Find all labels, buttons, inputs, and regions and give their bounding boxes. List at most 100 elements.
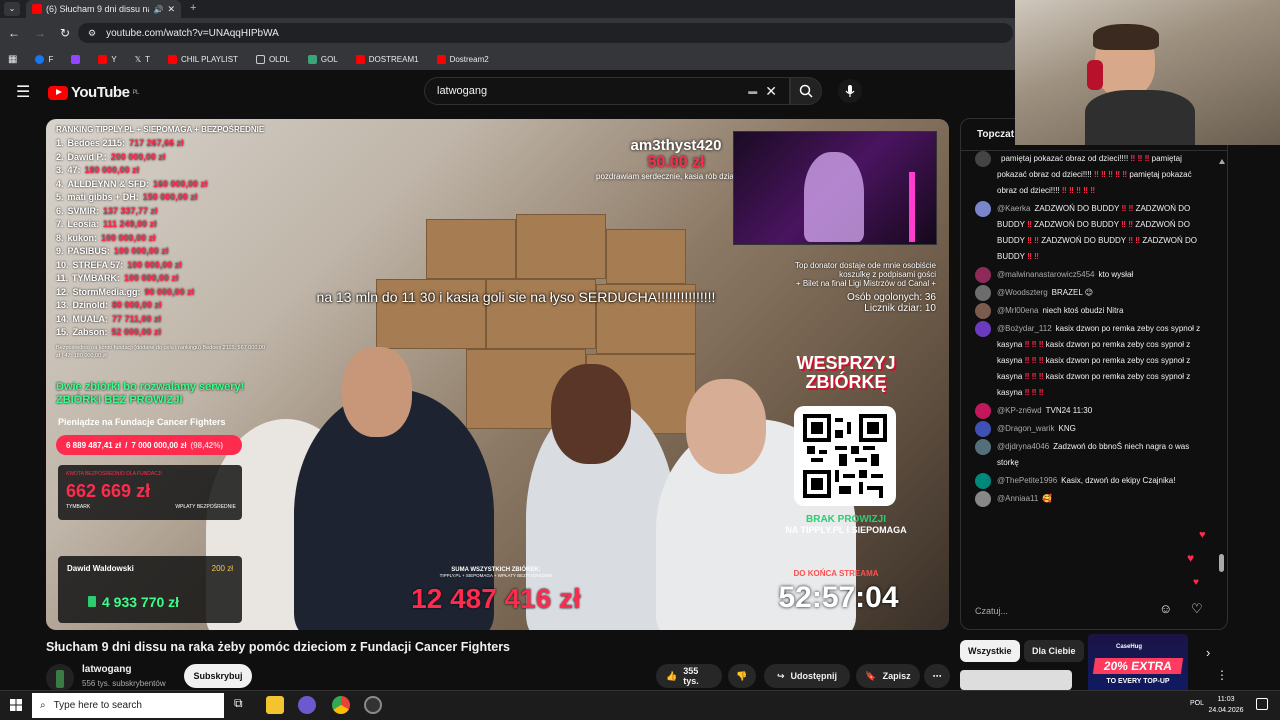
ranking-row: 8. kukon: 100 000,00 zł	[56, 232, 306, 246]
url-field[interactable]: ⚙ youtube.com/watch?v=UNAqqHIPbWA	[78, 23, 1013, 43]
chat-author[interactable]: @Mrl00ena	[997, 306, 1038, 315]
back-icon[interactable]: ←	[8, 26, 20, 40]
video-player[interactable]: RANKING TIPPLY.PL + SIEPOMAGA + BEZPOŚRE…	[46, 119, 949, 630]
youtube-logo[interactable]: YouTube PL	[48, 84, 139, 101]
bookmark-dostream1[interactable]: DOSTREAM1	[355, 54, 419, 64]
scroll-thumb[interactable]	[1219, 554, 1224, 572]
dislike-button[interactable]: 👎	[728, 664, 756, 688]
menu-icon[interactable]: ☰	[16, 82, 30, 102]
chat-avatar[interactable]	[975, 201, 991, 217]
chevron-right-icon[interactable]: ›	[1206, 645, 1210, 660]
chat-author[interactable]: @ThePetite1996	[997, 476, 1057, 485]
twitch-icon	[71, 54, 81, 64]
more-icon: ⋯	[932, 670, 942, 681]
tab-search-icon[interactable]: ⌄	[4, 2, 20, 16]
chip-for-you[interactable]: Dla Ciebie	[1024, 640, 1084, 662]
chat-avatar[interactable]	[975, 151, 991, 167]
chat-scrollbar[interactable]	[1219, 159, 1225, 584]
chat-avatar[interactable]	[975, 285, 991, 301]
more-actions-button[interactable]: ⋯	[924, 664, 950, 688]
chat-avatar[interactable]	[975, 421, 991, 437]
search-button[interactable]	[790, 77, 822, 105]
chat-avatar[interactable]	[975, 439, 991, 455]
banner-line-2: ZBIÓRKI BEZ PROWIZJI	[56, 394, 183, 406]
ranking-name: 47:	[67, 165, 81, 175]
ranking-row: 10. STREFA 57: 100 000,00 zł	[56, 259, 306, 273]
chat-avatar[interactable]	[975, 321, 991, 337]
bookmark-twitch[interactable]	[71, 54, 81, 64]
reaction-heart-icon: ♥	[1199, 529, 1206, 541]
chat-author[interactable]: @Dragon_warik	[997, 424, 1054, 433]
chat-input[interactable]: Czatuj...	[975, 601, 1165, 621]
like-button[interactable]: 👍 355 tys.	[656, 664, 722, 688]
sum-label: SUMA WSZYSTKICH ZBIÓREK: TIPPLY.PL + SIE…	[396, 567, 596, 578]
chat-author[interactable]: @Anniaa11	[997, 494, 1038, 503]
chat-author[interactable]: @Kaerka	[997, 204, 1030, 213]
chat-avatar[interactable]	[975, 303, 991, 319]
chip-all[interactable]: Wszystkie	[960, 640, 1020, 662]
ranking-rank: 1.	[56, 138, 64, 148]
ranking-row: 5. mati gibbs + DH: 150 000,00 zł	[56, 191, 306, 205]
taskbar-clock[interactable]: 11:03 24.04.2026	[1204, 694, 1248, 716]
chat-avatar[interactable]	[975, 403, 991, 419]
tab-close-icon[interactable]: ✕	[167, 4, 175, 15]
reload-icon[interactable]: ↻	[60, 26, 70, 40]
language-indicator[interactable]: POL	[1190, 700, 1204, 707]
ranking-amount: 100 000,00 zł	[127, 259, 182, 270]
cardboard-box	[426, 219, 516, 279]
chat-author[interactable]: @KP-zn6wd	[997, 406, 1042, 415]
channel-name[interactable]: latwogang	[82, 664, 131, 675]
chat-avatar[interactable]	[975, 267, 991, 283]
bookmark-gol[interactable]: GOL	[307, 54, 338, 64]
donor-card-total: 4 933 770 zł	[102, 594, 180, 610]
keyboard-icon[interactable]: ▬	[748, 86, 757, 96]
task-view-icon[interactable]: ⧉	[234, 696, 252, 714]
bookmark-youtube[interactable]: Y	[98, 54, 117, 64]
clear-search-icon[interactable]: ✕	[765, 83, 777, 100]
chat-author[interactable]: @djdryna4046	[997, 442, 1049, 451]
chat-avatar[interactable]	[975, 473, 991, 489]
windows-start-icon[interactable]	[10, 698, 22, 711]
ranking-rank: 5.	[56, 192, 64, 202]
new-tab-icon[interactable]: +	[190, 2, 196, 14]
chat-avatar[interactable]	[975, 491, 991, 507]
panel-left: TYMBARK	[66, 504, 91, 510]
search-input[interactable]: latwogang ▬ ✕	[424, 77, 790, 105]
taskbar-search[interactable]: ⌕ Type here to search	[32, 693, 224, 718]
subscribe-button[interactable]: Subskrybuj	[184, 664, 252, 688]
bookmark-chil-playlist[interactable]: CHIL PLAYLIST	[168, 54, 238, 64]
bookmark-facebook[interactable]: F	[35, 54, 53, 64]
chat-text: KNG	[1058, 424, 1076, 433]
bookmark-x[interactable]: 𝕏T	[135, 55, 150, 64]
obs-icon[interactable]	[364, 696, 382, 714]
share-button[interactable]: ↪ Udostępnij	[764, 664, 850, 688]
more-vert-icon[interactable]: ⋮	[1216, 668, 1228, 682]
speaker-icon[interactable]: 🔊	[153, 5, 163, 14]
chat-author[interactable]: @malwinanastarowicz5454	[997, 270, 1095, 279]
forward-icon[interactable]: →	[34, 26, 46, 40]
browser-tab[interactable]: (6) Słucham 9 dni dissu na raka 🔊 ✕	[26, 0, 181, 18]
chat-author[interactable]: @Bożydar_112	[997, 324, 1052, 333]
chrome-icon[interactable]	[332, 696, 350, 714]
file-explorer-icon[interactable]	[266, 696, 284, 714]
site-info-icon[interactable]: ⚙	[88, 28, 96, 39]
stream-countdown: 52:57:04	[778, 581, 899, 614]
chat-message-body: @Bożydar_112 kasix dzwon po remka zeby co…	[997, 321, 1207, 401]
save-button[interactable]: 🔖 Zapisz	[856, 664, 920, 688]
ranking-rank: 9.	[56, 246, 64, 256]
channel-avatar[interactable]	[46, 664, 74, 692]
voice-search-button[interactable]	[838, 79, 862, 103]
apps-grid-icon[interactable]: ▦	[8, 54, 17, 65]
ranking-rank: 2.	[56, 151, 64, 162]
recommended-thumbnail[interactable]	[960, 670, 1072, 690]
emoji-icon[interactable]: ☺	[1159, 601, 1172, 616]
share-label: Udostępnij	[790, 671, 838, 681]
notification-icon[interactable]	[1256, 698, 1268, 710]
chat-author[interactable]: @Woodszterg	[997, 288, 1048, 297]
discord-icon[interactable]	[298, 696, 316, 714]
ranking-row: 14. MUALA: 77 711,00 zł	[56, 313, 306, 327]
heart-icon[interactable]: ♡	[1191, 601, 1203, 617]
bookmark-dostream2[interactable]: Dostream2	[436, 54, 489, 64]
bookmark-oldl[interactable]: OLDL	[255, 54, 290, 64]
ranking-name: ALLDEYNN & SFD:	[67, 178, 150, 189]
